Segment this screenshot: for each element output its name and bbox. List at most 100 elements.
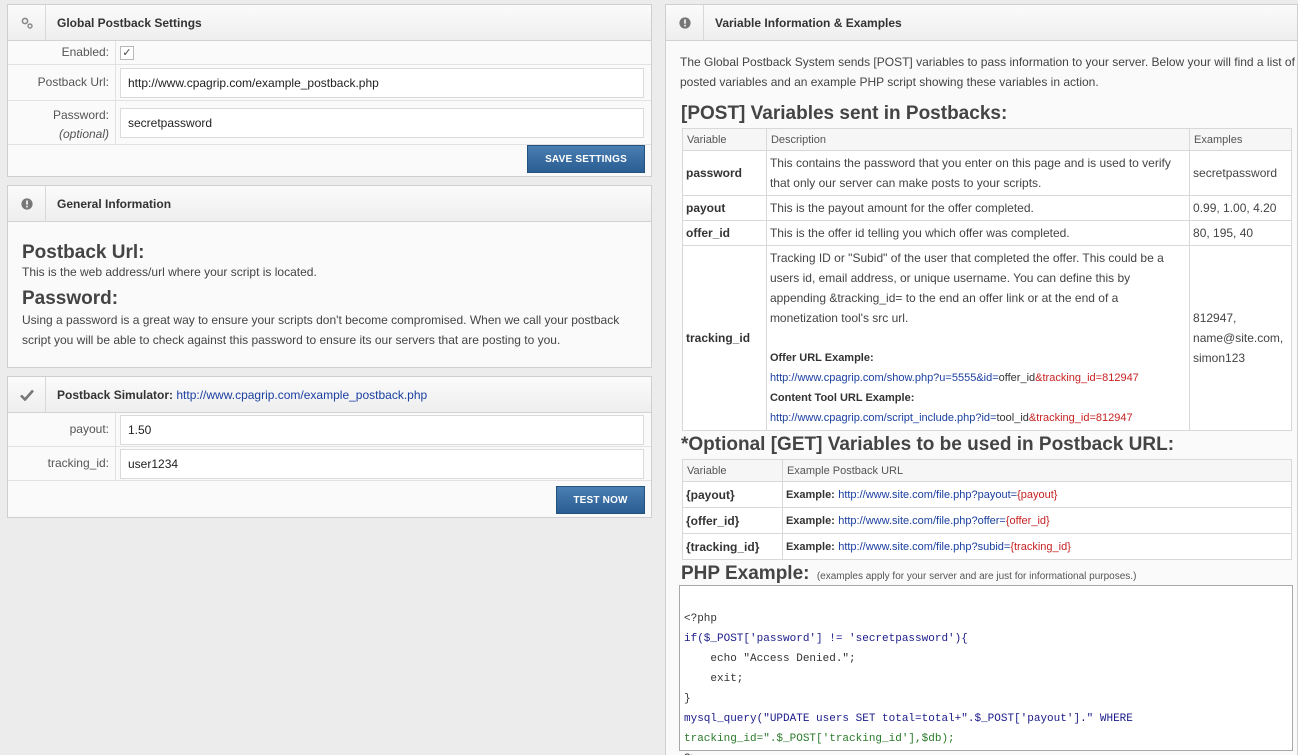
tracking-description: Tracking ID or "Subid" of the user that …	[769, 251, 1164, 325]
get-variable-name: {payout}	[682, 481, 783, 508]
url-part: offer_id	[998, 372, 1036, 384]
php-example-note: (examples apply for your server and are …	[816, 571, 1137, 582]
panel-title: Global Postback Settings	[57, 15, 202, 30]
simulator-url-link[interactable]: http://www.cpagrip.com/example_postback.…	[176, 388, 427, 402]
table-row: {offer_id} Example: http://www.site.com/…	[682, 507, 1293, 534]
variable-info-panel: Variable Information & Examples The Glob…	[665, 4, 1298, 755]
panel-title: Postback Simulator: http://www.cpagrip.c…	[46, 388, 427, 402]
panel-title: General Information	[57, 196, 172, 211]
example-line: simon123	[1193, 351, 1246, 365]
get-table-wrap: Variable Example Postback URL {payout} E…	[682, 459, 1293, 560]
table-header-row: Variable Example Postback URL	[682, 459, 1293, 482]
general-info-body: Postback Url: This is the web address/ur…	[8, 222, 651, 350]
get-variable-example: Example: http://www.site.com/file.php?su…	[781, 533, 1293, 560]
example-token: {tracking_id}	[1010, 541, 1071, 553]
variable-info-intro: The Global Postback System sends [POST] …	[666, 41, 1296, 92]
payout-label: payout:	[8, 413, 116, 446]
tracking-id-input[interactable]: user1234	[120, 448, 644, 479]
example-prefix: Example:	[785, 541, 835, 553]
payout-row: payout: 1.50	[8, 413, 651, 447]
enabled-field: ✓	[116, 41, 651, 64]
example-token: {payout}	[1017, 489, 1058, 501]
password-row: Password: (optional) secretpassword	[8, 101, 651, 145]
url-part: http://www.cpagrip.com/script_include.ph…	[769, 412, 997, 424]
php-example-heading: PHP Example:	[681, 563, 810, 584]
tracking-id-label: tracking_id:	[8, 447, 116, 480]
save-settings-button[interactable]: SAVE SETTINGS	[527, 145, 645, 173]
exclamation-icon	[666, 5, 704, 40]
code-line: }	[684, 693, 691, 705]
simulator-header: Postback Simulator: http://www.cpagrip.c…	[8, 377, 651, 413]
code-line: tracking_id=".$_POST['tracking_id'],$db)…	[684, 733, 955, 745]
variable-name: tracking_id	[682, 245, 767, 431]
url-row: Postback Url: http://www.cpagrip.com/exa…	[8, 65, 651, 101]
variable-description: This contains the password that you ente…	[765, 150, 1191, 196]
password-heading: Password:	[22, 288, 119, 309]
example-url[interactable]: http://www.site.com/file.php?payout=	[838, 489, 1017, 501]
password-input[interactable]: secretpassword	[120, 107, 644, 138]
password-field: secretpassword	[116, 101, 651, 144]
simulator-title: Postback Simulator:	[57, 387, 174, 402]
checkmark-icon	[8, 377, 46, 412]
general-info-header: General Information	[8, 186, 651, 222]
url-part: tool_id	[996, 412, 1029, 424]
postback-url-input[interactable]: http://www.cpagrip.com/example_postback.…	[120, 67, 644, 98]
column-header: Variable	[682, 128, 767, 151]
test-now-button[interactable]: TEST NOW	[556, 486, 645, 514]
variable-description: This is the offer id telling you which o…	[765, 220, 1191, 246]
code-line: if($_POST['password'] != 'secretpassword…	[684, 633, 968, 645]
get-variable-example: Example: http://www.site.com/file.php?pa…	[781, 481, 1293, 508]
password-label: Password:	[52, 108, 109, 122]
tracking-field: user1234	[116, 447, 651, 480]
code-line: exit;	[684, 673, 744, 685]
postback-url-heading: Postback Url:	[22, 242, 145, 263]
variable-example: secretpassword	[1189, 150, 1292, 196]
payout-input[interactable]: 1.50	[120, 414, 644, 445]
panel-title: Variable Information & Examples	[715, 15, 902, 30]
payout-field: 1.50	[116, 413, 651, 446]
post-variables-table: Variable Description Examples password T…	[682, 128, 1292, 431]
intro-text: The Global Postback System sends [POST] …	[680, 55, 1295, 89]
table-row: {payout} Example: http://www.site.com/fi…	[682, 481, 1293, 508]
column-header: Variable	[682, 459, 783, 482]
variable-name: offer_id	[682, 220, 767, 246]
offer-url-example-label: Offer URL Example:	[769, 352, 874, 364]
offer-url-example[interactable]: http://www.cpagrip.com/show.php?u=5555&i…	[770, 368, 1186, 388]
simulator-panel: Postback Simulator: http://www.cpagrip.c…	[7, 376, 652, 518]
url-part: &tracking_id=812947	[1028, 412, 1133, 424]
variable-description: This is the payout amount for the offer …	[765, 195, 1191, 221]
code-line: mysql_query("UPDATE users SET total=tota…	[684, 713, 1133, 725]
table-row: password This contains the password that…	[682, 150, 1292, 196]
variable-name: password	[682, 150, 767, 196]
get-variables-table: Variable Example Postback URL {payout} E…	[682, 459, 1293, 560]
example-url[interactable]: http://www.site.com/file.php?subid=	[838, 541, 1010, 553]
column-header: Examples	[1189, 128, 1292, 151]
code-line: <?php	[684, 613, 718, 625]
password-label-cell: Password: (optional)	[8, 101, 116, 144]
example-prefix: Example:	[785, 489, 835, 501]
example-url[interactable]: http://www.site.com/file.php?offer=	[838, 515, 1006, 527]
table-row: payout This is the payout amount for the…	[682, 195, 1292, 221]
table-row: tracking_id Tracking ID or "Subid" of th…	[682, 245, 1292, 431]
enabled-checkbox[interactable]: ✓	[120, 45, 134, 60]
variable-example: 812947, name@site.com, simon123	[1189, 245, 1292, 431]
column-header: Example Postback URL	[781, 459, 1293, 482]
gears-icon	[8, 5, 46, 40]
example-prefix: Example:	[785, 515, 835, 527]
get-variable-name: {offer_id}	[682, 507, 783, 534]
url-part: http://www.cpagrip.com/show.php?u=5555&i…	[769, 372, 999, 384]
variable-example: 0.99, 1.00, 4.20	[1189, 195, 1292, 221]
table-row: {tracking_id} Example: http://www.site.c…	[682, 533, 1293, 560]
tool-url-example[interactable]: http://www.cpagrip.com/script_include.ph…	[770, 408, 1186, 428]
php-code-block[interactable]: <?php if($_POST['password'] != 'secretpas…	[679, 585, 1293, 755]
url-part: &tracking_id=812947	[1035, 372, 1139, 384]
variable-name: payout	[682, 195, 767, 221]
global-settings-header: Global Postback Settings	[8, 5, 651, 41]
enabled-row: Enabled: ✓	[8, 41, 651, 65]
post-table-wrap: Variable Description Examples password T…	[682, 128, 1292, 431]
example-token: {offer_id}	[1005, 515, 1050, 527]
global-settings-panel: Global Postback Settings Enabled: ✓ Post…	[7, 4, 652, 177]
password-text: Using a password is a great way to ensur…	[22, 313, 620, 347]
variable-info-header: Variable Information & Examples	[666, 5, 1297, 41]
get-variables-heading: *Optional [GET] Variables to be used in …	[681, 434, 1175, 455]
